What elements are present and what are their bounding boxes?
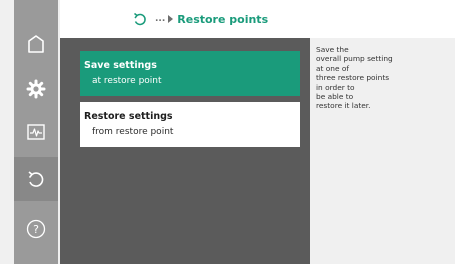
breadcrumb: ... Restore points [132,11,268,27]
page-title: Restore points [177,12,269,26]
menu-item-title: Save settings [84,60,157,71]
menu-item-subtitle: at restore point [92,76,162,86]
home-icon [28,35,44,53]
restore-settings-button[interactable]: Restore settings from restore point [80,102,300,147]
nav-settings[interactable] [14,67,58,111]
menu-item-title: Restore settings [84,111,173,122]
restore-arrow-icon [134,12,146,26]
nav-home[interactable] [14,22,58,66]
restore-arrow-icon [28,171,44,187]
breadcrumb-dots: ... [155,14,166,24]
help-line: in order to [316,82,355,92]
question-circle-icon: ? [26,219,46,239]
help-text: Save the overall pump setting at one of … [316,45,448,111]
nav-diagnostics[interactable] [14,110,58,154]
nav-help[interactable]: ? [14,207,58,251]
help-line: restore it later. [316,101,371,111]
help-line: at one of [316,63,350,73]
help-line: overall pump setting [316,54,393,64]
svg-text:?: ? [33,223,39,236]
menu-item-subtitle: from restore point [92,127,174,137]
save-settings-button[interactable]: Save settings at restore point [80,51,300,96]
pulse-monitor-icon [27,124,45,140]
nav-rail: ? [14,0,58,264]
help-line: three restore points [316,73,390,83]
nav-restore[interactable] [14,157,58,201]
gear-icon [26,79,46,99]
chevron-right-icon [168,15,174,23]
header-bar: ... Restore points [60,0,455,38]
help-line: Save the [316,45,349,54]
help-line: be able to [316,92,354,102]
